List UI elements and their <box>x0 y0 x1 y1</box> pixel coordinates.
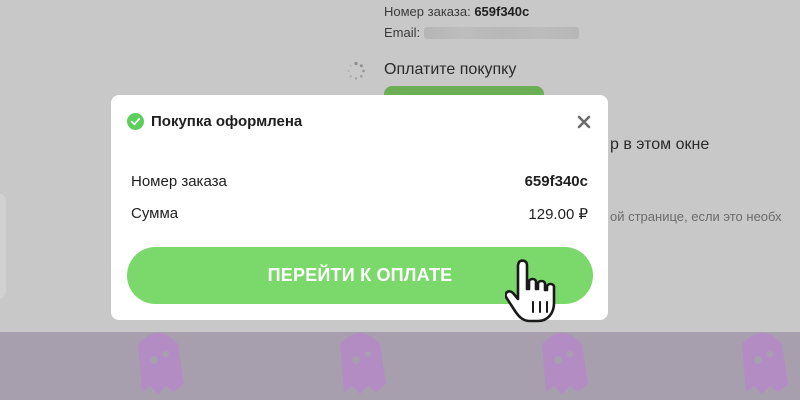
order-number-value: 659f340c <box>524 173 588 190</box>
background-side-card <box>0 193 6 299</box>
ghost-logo-icon <box>542 333 588 394</box>
ghost-logo-icon <box>340 333 386 394</box>
background-order-number: Номер заказа: 659f340c <box>384 4 529 19</box>
background-order-label: Номер заказа: <box>384 4 471 19</box>
background-footer <box>0 332 800 400</box>
dialog-header: Покупка оформлена <box>127 113 302 130</box>
order-number-row: Номер заказа 659f340c <box>131 173 588 190</box>
background-order-value: 659f340c <box>474 4 530 19</box>
order-number-label: Номер заказа <box>131 173 227 190</box>
check-circle-icon <box>127 113 144 130</box>
blurred-email <box>424 26 580 39</box>
background-window-text: р в этом окне <box>610 136 710 153</box>
background-pay-prompt: Оплатите покупку <box>384 61 517 78</box>
background-email: Email: <box>384 25 580 40</box>
amount-label: Сумма <box>131 205 179 222</box>
amount-value: 129.00 ₽ <box>528 206 588 223</box>
loading-spinner-icon <box>347 61 365 80</box>
background-email-label: Email: <box>384 25 421 40</box>
hand-pointer-cursor-icon <box>505 259 556 323</box>
dialog-title: Покупка оформлена <box>151 113 303 130</box>
amount-row: Сумма 129.00 ₽ <box>131 205 588 223</box>
close-icon[interactable] <box>576 114 592 130</box>
background-page-text: ой странице, если это необх <box>610 209 782 224</box>
ghost-logo-icon <box>138 333 184 394</box>
ghost-logo-icon <box>742 333 788 394</box>
